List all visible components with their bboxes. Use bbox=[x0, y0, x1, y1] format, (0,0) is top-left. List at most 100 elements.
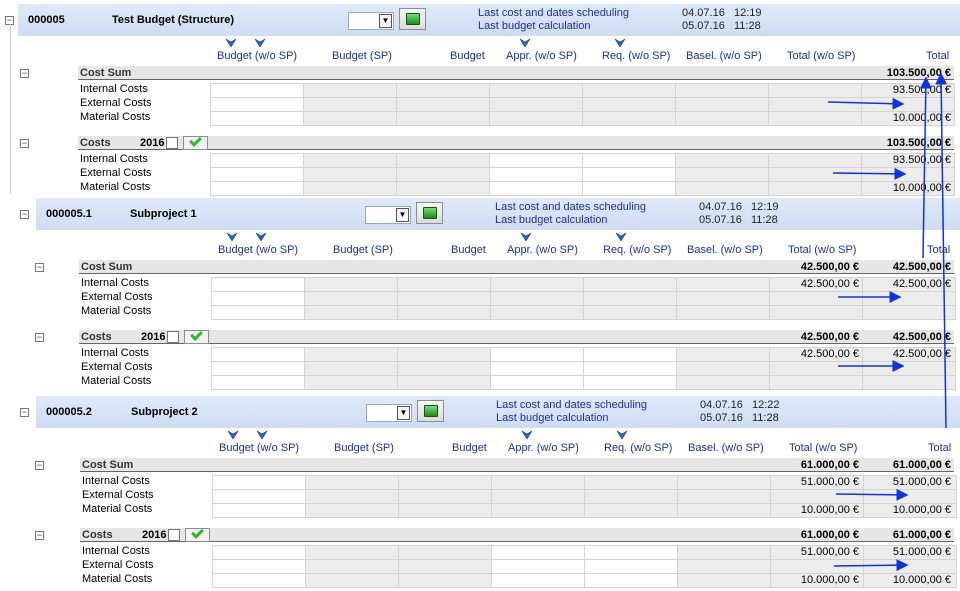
cost-cell[interactable] bbox=[584, 573, 678, 588]
cost-cell[interactable] bbox=[212, 489, 306, 504]
cost-cell[interactable] bbox=[582, 167, 676, 182]
cost-cell[interactable] bbox=[489, 167, 583, 182]
chevron-down-icon[interactable]: ▼ bbox=[396, 208, 409, 222]
cost-cell[interactable] bbox=[582, 153, 676, 168]
column-header[interactable]: Budget (w/o SP) bbox=[217, 50, 297, 62]
cost-cell[interactable] bbox=[489, 181, 583, 196]
project-collapse-toggle[interactable]: − bbox=[20, 210, 29, 219]
sort-down-icon[interactable] bbox=[256, 430, 268, 439]
sort-down-icon[interactable] bbox=[255, 232, 267, 241]
column-header[interactable]: Total (w/o SP) bbox=[788, 244, 856, 256]
column-header[interactable]: Req. (w/o SP) bbox=[604, 442, 672, 454]
column-header[interactable]: Appr. (w/o SP) bbox=[507, 244, 578, 256]
column-header[interactable]: Budget (SP) bbox=[334, 442, 394, 454]
cost-cell[interactable] bbox=[210, 181, 304, 196]
cost-cell[interactable] bbox=[212, 573, 306, 588]
column-header[interactable]: Appr. (w/o SP) bbox=[508, 442, 579, 454]
confirm-year-button[interactable] bbox=[184, 328, 209, 344]
sort-down-icon[interactable] bbox=[615, 232, 627, 241]
last-scheduling-link[interactable]: Last cost and dates scheduling bbox=[478, 7, 629, 19]
cost-cell[interactable] bbox=[490, 347, 584, 362]
column-header[interactable]: Total bbox=[928, 442, 951, 454]
cost-cell[interactable] bbox=[211, 291, 305, 306]
cost-cell[interactable] bbox=[211, 305, 305, 320]
cost-cell[interactable] bbox=[210, 153, 304, 168]
cost-cell[interactable] bbox=[489, 153, 583, 168]
cost-cell[interactable] bbox=[212, 545, 306, 560]
cost-cell[interactable] bbox=[210, 97, 304, 112]
confirm-year-button[interactable] bbox=[185, 526, 210, 542]
column-header[interactable]: Total (w/o SP) bbox=[787, 50, 855, 62]
cost-cell[interactable] bbox=[211, 347, 305, 362]
year-checkbox[interactable] bbox=[166, 137, 178, 149]
column-header[interactable]: Basel. (w/o SP) bbox=[686, 50, 762, 62]
cost-cell[interactable] bbox=[210, 83, 304, 98]
last-calculation-link[interactable]: Last budget calculation bbox=[495, 214, 608, 226]
cost-cell[interactable] bbox=[584, 559, 678, 574]
column-header[interactable]: Basel. (w/o SP) bbox=[687, 244, 763, 256]
last-calculation-link[interactable]: Last budget calculation bbox=[478, 20, 591, 32]
sort-down-icon[interactable] bbox=[519, 38, 531, 47]
column-header[interactable]: Budget (SP) bbox=[333, 244, 393, 256]
cost-cell[interactable] bbox=[210, 167, 304, 182]
last-calculation-link[interactable]: Last budget calculation bbox=[496, 412, 609, 424]
schedule-button[interactable] bbox=[416, 202, 443, 224]
column-header[interactable]: Total bbox=[927, 244, 950, 256]
chevron-down-icon[interactable]: ▼ bbox=[397, 406, 410, 420]
cost-cell[interactable] bbox=[583, 361, 677, 376]
cost-cell[interactable] bbox=[211, 375, 305, 390]
last-scheduling-link[interactable]: Last cost and dates scheduling bbox=[495, 201, 646, 213]
sort-down-icon[interactable] bbox=[254, 38, 266, 47]
column-header[interactable]: Appr. (w/o SP) bbox=[506, 50, 577, 62]
cost-cell[interactable] bbox=[211, 361, 305, 376]
sort-down-icon[interactable] bbox=[227, 430, 239, 439]
cost-cell[interactable] bbox=[491, 573, 585, 588]
cost-cell[interactable] bbox=[491, 545, 585, 560]
cost-cell[interactable] bbox=[212, 475, 306, 490]
cost-cell[interactable] bbox=[582, 181, 676, 196]
column-header[interactable]: Total bbox=[926, 50, 949, 62]
year-checkbox[interactable] bbox=[167, 331, 179, 343]
costs-collapse-toggle[interactable]: − bbox=[35, 333, 44, 342]
costs-collapse-toggle[interactable]: − bbox=[20, 139, 29, 148]
cost-cell[interactable] bbox=[583, 375, 677, 390]
cost-cell[interactable] bbox=[584, 545, 678, 560]
schedule-button[interactable] bbox=[399, 8, 426, 30]
column-header[interactable]: Req. (w/o SP) bbox=[602, 50, 670, 62]
column-header[interactable]: Budget bbox=[452, 442, 487, 454]
costs-collapse-toggle[interactable]: − bbox=[35, 531, 44, 540]
cost_sum-collapse-toggle[interactable]: − bbox=[35, 263, 44, 272]
year-checkbox[interactable] bbox=[168, 529, 180, 541]
project-select[interactable]: ▼ bbox=[366, 404, 412, 422]
column-header[interactable]: Budget (w/o SP) bbox=[219, 442, 299, 454]
sort-down-icon[interactable] bbox=[225, 38, 237, 47]
sort-down-icon[interactable] bbox=[226, 232, 238, 241]
column-header[interactable]: Budget (w/o SP) bbox=[218, 244, 298, 256]
sort-down-icon[interactable] bbox=[521, 430, 533, 439]
cost_sum-collapse-toggle[interactable]: − bbox=[20, 69, 29, 78]
column-header[interactable]: Budget (SP) bbox=[332, 50, 392, 62]
column-header[interactable]: Req. (w/o SP) bbox=[603, 244, 671, 256]
project-select[interactable]: ▼ bbox=[348, 12, 394, 30]
project-collapse-toggle[interactable]: − bbox=[20, 408, 29, 417]
cost-cell[interactable] bbox=[211, 277, 305, 292]
last-scheduling-link[interactable]: Last cost and dates scheduling bbox=[496, 399, 647, 411]
project-select[interactable]: ▼ bbox=[365, 206, 411, 224]
schedule-button[interactable] bbox=[417, 400, 444, 422]
sort-down-icon[interactable] bbox=[616, 430, 628, 439]
column-header[interactable]: Total (w/o SP) bbox=[789, 442, 857, 454]
column-header[interactable]: Basel. (w/o SP) bbox=[688, 442, 764, 454]
cost-cell[interactable] bbox=[490, 375, 584, 390]
cost-cell[interactable] bbox=[212, 559, 306, 574]
cost-cell[interactable] bbox=[491, 559, 585, 574]
cost_sum-collapse-toggle[interactable]: − bbox=[35, 461, 44, 470]
cost-cell[interactable] bbox=[210, 111, 304, 126]
sort-down-icon[interactable] bbox=[614, 38, 626, 47]
cost-cell[interactable] bbox=[583, 347, 677, 362]
chevron-down-icon[interactable]: ▼ bbox=[379, 14, 392, 28]
cost-cell[interactable] bbox=[490, 361, 584, 376]
column-header[interactable]: Budget bbox=[450, 50, 485, 62]
confirm-year-button[interactable] bbox=[183, 134, 208, 150]
sort-down-icon[interactable] bbox=[520, 232, 532, 241]
column-header[interactable]: Budget bbox=[451, 244, 486, 256]
